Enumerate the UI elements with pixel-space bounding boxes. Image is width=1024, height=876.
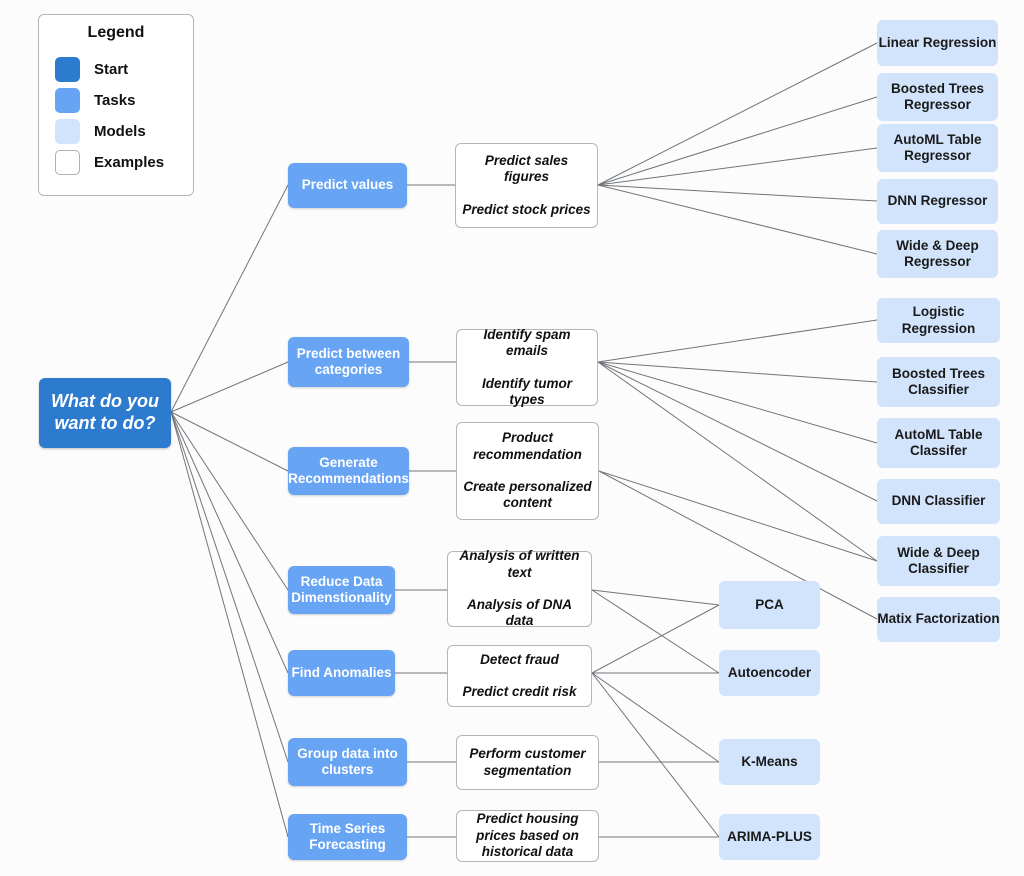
model-node-automl-table-regressor[interactable]: AutoML Table Regressor	[877, 124, 998, 172]
example-line: Identify spam emails	[483, 326, 571, 359]
model-node-linear-regression[interactable]: Linear Regression	[877, 20, 998, 66]
model-node-arima-plus[interactable]: ARIMA-PLUS	[719, 814, 820, 860]
flowchart-canvas: Legend Start Tasks Models Examples What do …	[0, 0, 1024, 876]
legend-item-label: Start	[94, 61, 129, 78]
edge-start-to-task	[170, 411, 289, 763]
example-line: Create personalized content	[463, 479, 592, 511]
model-node-wide-deep-regressor[interactable]: Wide & Deep Regressor	[877, 230, 998, 278]
example-line: Analysis of written text	[459, 548, 580, 580]
model-node-wide-deep-classifier[interactable]: Wide & Deep Classifier	[877, 536, 1000, 586]
edge-example-to-model	[597, 319, 878, 363]
edge-example-to-model	[597, 184, 878, 202]
example-node-detect-fraud[interactable]: Detect fraud Predict credit risk	[447, 645, 592, 707]
edge-example-to-model	[598, 470, 878, 562]
model-node-matix-factorization[interactable]: Matix Factorization	[877, 597, 1000, 642]
edge-example-to-model	[597, 96, 878, 186]
edge-start-to-task	[170, 184, 289, 413]
start-node-what-do-you-want-to-do[interactable]: What do you want to do?	[39, 378, 171, 448]
edge-start-to-task	[170, 361, 289, 413]
legend-panel: Legend Start Tasks Models Examples	[38, 14, 194, 196]
model-node-dnn-classifier[interactable]: DNN Classifier	[877, 479, 1000, 524]
model-node-boosted-trees-classifier[interactable]: Boosted Trees Classifier	[877, 357, 1000, 407]
square-swatch-icon	[55, 119, 80, 144]
model-node-logistic-regression[interactable]: Logistic Regression	[877, 298, 1000, 343]
edge-example-to-model	[597, 147, 878, 186]
legend-item-start: Start	[55, 54, 193, 85]
legend-item-models: Models	[55, 116, 193, 147]
example-node-predict-sales-figures[interactable]: Predict sales figures Predict stock price…	[455, 143, 598, 228]
example-line: Product recommendation	[473, 430, 582, 462]
legend-item-tasks: Tasks	[55, 85, 193, 116]
example-node-product-recommendation[interactable]: Product recommendation Create personalize…	[456, 422, 599, 520]
legend-title: Legend	[87, 24, 145, 41]
task-node-predict-between-categories[interactable]: Predict between categories	[288, 337, 409, 387]
example-node-perform-customer-segmentation[interactable]: Perform customer segmentation	[456, 735, 599, 790]
task-node-generate-recommendations[interactable]: Generate Recommendations	[288, 447, 409, 495]
edge-start-to-task	[170, 411, 289, 472]
example-line: Predict sales figures	[484, 152, 569, 185]
model-node-dnn-regressor[interactable]: DNN Regressor	[877, 179, 998, 224]
edge-example-to-model	[597, 184, 878, 255]
task-node-find-anomalies[interactable]: Find Anomalies	[288, 650, 395, 696]
edge-example-to-model	[597, 361, 878, 562]
legend-item-label: Examples	[94, 154, 165, 171]
example-node-predict-housing-prices-based-on-historical-data[interactable]: Predict housing prices based on historic…	[456, 810, 599, 862]
example-line: Detect fraud	[480, 651, 559, 667]
example-line: Perform customer segmentation	[469, 746, 586, 778]
edge-start-to-task	[170, 411, 289, 674]
edge-example-to-model	[597, 42, 878, 186]
edge-example-to-model	[591, 672, 720, 763]
edge-example-to-model	[591, 604, 720, 674]
model-node-pca[interactable]: PCA	[719, 581, 820, 629]
edge-start-to-task	[170, 411, 289, 591]
legend-item-label: Models	[94, 123, 146, 140]
task-node-group-data-into-clusters[interactable]: Group data into clusters	[288, 738, 407, 786]
example-line: Predict stock prices	[462, 201, 591, 217]
task-node-time-series-forecasting[interactable]: Time Series Forecasting	[288, 814, 407, 860]
edge-start-to-task	[170, 411, 289, 838]
example-line: Analysis of DNA data	[466, 597, 573, 629]
example-line: Predict credit risk	[462, 684, 577, 699]
edge-example-to-model	[591, 672, 720, 838]
task-node-reduce-data-dimenstionality[interactable]: Reduce Data Dimenstionality	[288, 566, 395, 614]
square-swatch-icon	[55, 88, 80, 113]
legend-rows: Start Tasks Models Examples	[55, 54, 193, 178]
model-node-boosted-trees-regressor[interactable]: Boosted Trees Regressor	[877, 73, 998, 121]
task-node-predict-values[interactable]: Predict values	[288, 163, 407, 208]
example-node-analysis-of-written-text[interactable]: Analysis of written text Analysis of DNA …	[447, 548, 592, 629]
example-node-identify-spam-emails[interactable]: Identify spam emails Identify tumor types	[456, 326, 598, 407]
model-node-k-means[interactable]: K-Means	[719, 739, 820, 785]
legend-item-label: Tasks	[94, 92, 136, 109]
example-line: Predict housing prices based on historic…	[476, 811, 579, 860]
edge-example-to-model	[597, 361, 878, 383]
legend-item-examples: Examples	[55, 147, 193, 178]
edge-example-to-model	[597, 361, 878, 444]
model-node-automl-table-classifer[interactable]: AutoML Table Classifer	[877, 418, 1000, 468]
square-swatch-icon	[55, 150, 80, 175]
square-swatch-icon	[55, 57, 80, 82]
model-node-autoencoder[interactable]: Autoencoder	[719, 650, 820, 696]
edge-example-to-model	[597, 361, 878, 502]
example-line: Identify tumor types	[482, 375, 572, 407]
